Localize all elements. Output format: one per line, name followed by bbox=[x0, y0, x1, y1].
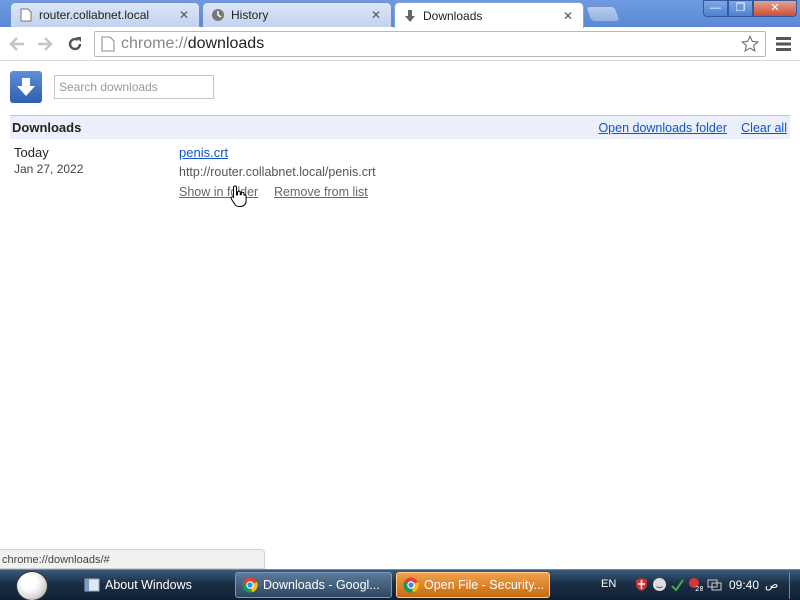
download-icon bbox=[403, 9, 417, 23]
minimize-button[interactable]: — bbox=[703, 0, 728, 17]
file-name-link[interactable]: penis.crt bbox=[179, 145, 228, 160]
task-label: Open File - Security... bbox=[424, 578, 544, 592]
status-bubble: chrome://downloads/# bbox=[0, 549, 265, 569]
clock-icon bbox=[211, 8, 225, 22]
downloads-logo-icon bbox=[10, 71, 42, 103]
network-icon[interactable] bbox=[707, 577, 722, 592]
tab-title: Downloads bbox=[423, 8, 483, 23]
back-arrow-icon bbox=[9, 37, 24, 51]
network-alert-icon[interactable]: 28 bbox=[688, 577, 703, 592]
chrome-icon bbox=[403, 577, 419, 593]
tab-title: History bbox=[231, 8, 269, 22]
tab-title: router.collabnet.local bbox=[39, 8, 150, 22]
tab-downloads[interactable]: Downloads ✕ bbox=[394, 2, 584, 28]
source-url: http://router.collabnet.local/penis.crt bbox=[179, 165, 376, 179]
start-button[interactable] bbox=[16, 571, 48, 600]
remove-from-list-link[interactable]: Remove from list bbox=[274, 185, 368, 199]
url-scheme: chrome:// bbox=[121, 35, 188, 52]
tab-router[interactable]: router.collabnet.local ✕ bbox=[10, 2, 200, 27]
language-indicator[interactable]: EN bbox=[601, 578, 616, 590]
search-input[interactable] bbox=[54, 75, 214, 99]
clock-period: ص bbox=[765, 579, 779, 591]
reload-button[interactable] bbox=[64, 33, 86, 55]
hand-cursor-icon bbox=[230, 185, 247, 207]
security-icon[interactable] bbox=[670, 577, 685, 592]
back-button[interactable] bbox=[6, 33, 28, 55]
show-desktop-button[interactable] bbox=[789, 572, 799, 599]
close-window-button[interactable]: ✕ bbox=[753, 0, 797, 17]
reload-icon bbox=[68, 37, 82, 51]
shield-icon[interactable] bbox=[634, 577, 649, 592]
open-downloads-folder-link[interactable]: Open downloads folder bbox=[598, 121, 727, 135]
taskbar-item-open-file[interactable]: Open File - Security... bbox=[396, 572, 550, 598]
forward-button[interactable] bbox=[34, 33, 56, 55]
url-text: chrome://downloads bbox=[121, 35, 264, 53]
chrome-icon bbox=[242, 577, 258, 593]
downloads-section-header: Downloads Open downloads folder Clear al… bbox=[10, 115, 790, 139]
task-label: Downloads - Googl... bbox=[263, 578, 380, 592]
section-title: Downloads bbox=[12, 120, 82, 135]
svg-text:28: 28 bbox=[695, 585, 703, 592]
forward-arrow-icon bbox=[38, 37, 53, 51]
task-label: About Windows bbox=[105, 578, 192, 592]
toolbar: chrome://downloads bbox=[0, 27, 800, 61]
url-path: downloads bbox=[187, 35, 265, 52]
date-label: Today bbox=[14, 145, 49, 160]
tab-strip: router.collabnet.local ✕ History ✕ Downl… bbox=[0, 0, 800, 28]
address-bar[interactable]: chrome://downloads bbox=[94, 31, 766, 57]
maximize-button[interactable]: ❐ bbox=[728, 0, 753, 17]
bookmark-star-icon[interactable] bbox=[741, 35, 759, 53]
close-icon[interactable]: ✕ bbox=[369, 8, 383, 22]
taskbar-item-about-windows[interactable]: About Windows bbox=[78, 572, 228, 598]
tab-history[interactable]: History ✕ bbox=[202, 2, 392, 27]
clock[interactable]: 09:40 bbox=[729, 578, 759, 592]
page-icon bbox=[19, 8, 33, 22]
taskbar-item-downloads[interactable]: Downloads - Googl... bbox=[235, 572, 392, 598]
download-date: Jan 27, 2022 bbox=[14, 162, 84, 176]
page-icon bbox=[101, 36, 115, 52]
new-tab-button[interactable] bbox=[585, 6, 621, 22]
close-icon[interactable]: ✕ bbox=[177, 8, 191, 22]
smiley-icon[interactable] bbox=[652, 577, 667, 592]
close-icon[interactable]: ✕ bbox=[561, 9, 575, 23]
menu-icon[interactable] bbox=[774, 35, 794, 53]
taskbar: About Windows Downloads - Googl... Open … bbox=[0, 569, 800, 600]
clear-all-link[interactable]: Clear all bbox=[741, 121, 787, 135]
window-icon bbox=[84, 578, 100, 592]
